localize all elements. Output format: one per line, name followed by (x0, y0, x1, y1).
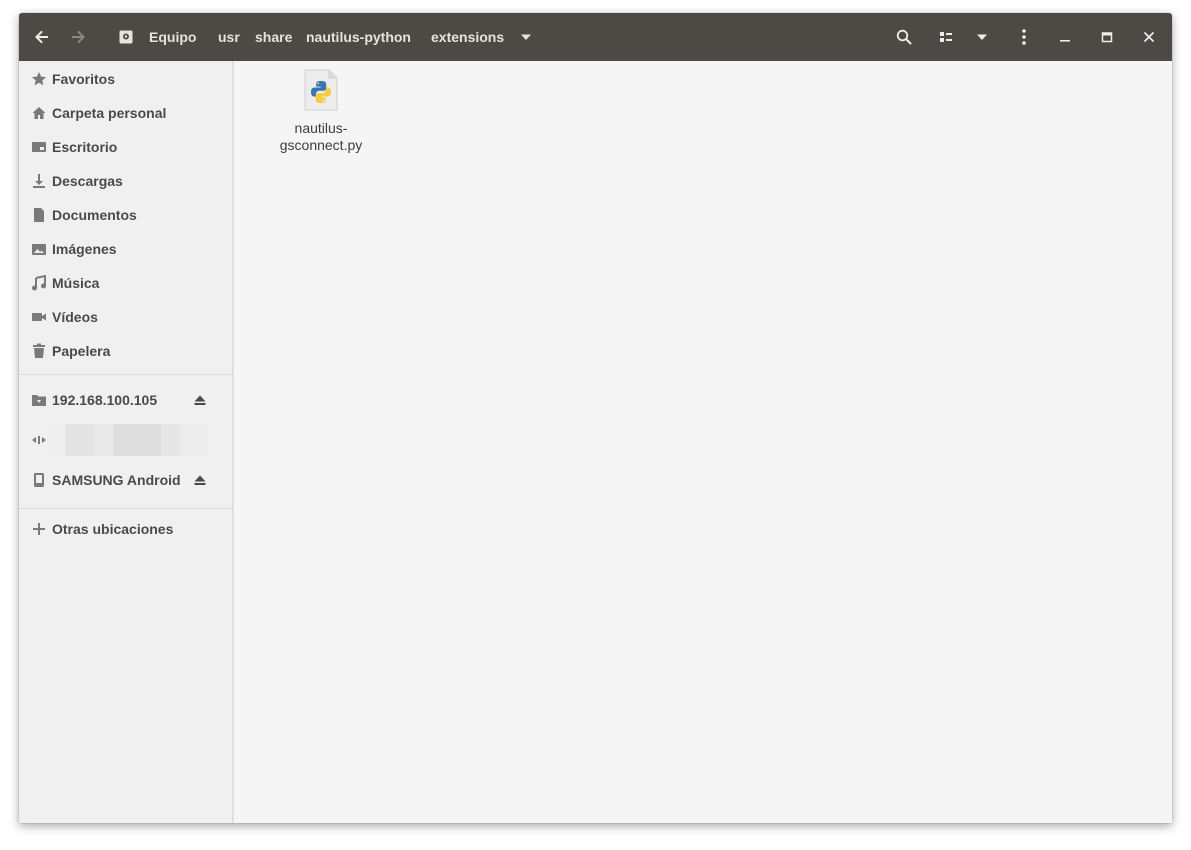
sidebar-item-favoritos[interactable]: Favoritos (19, 62, 233, 96)
sidebar-item-descargas[interactable]: Descargas (19, 164, 233, 198)
sidebar-item-documentos[interactable]: Documentos (19, 198, 233, 232)
home-icon (31, 105, 47, 121)
connection-icon (31, 432, 47, 448)
sidebar-item-label: 192.168.100.105 (52, 392, 158, 408)
document-icon (31, 207, 47, 223)
python-file-icon (303, 69, 339, 116)
sidebar-item-network-share[interactable]: 192.168.100.105 (19, 383, 233, 417)
sidebar-item-papelera[interactable]: Papelera (19, 334, 233, 368)
sidebar-separator (19, 374, 233, 375)
file-name-line: nautilus- (294, 120, 348, 136)
forward-button[interactable] (62, 13, 94, 61)
search-button[interactable] (888, 13, 920, 61)
menu-button[interactable] (1008, 13, 1040, 61)
sidebar: Favoritos Carpeta personal Escritorio De… (19, 61, 233, 823)
download-icon (31, 173, 47, 189)
phone-icon (31, 472, 47, 488)
breadcrumb-label: nautilus-python (306, 29, 411, 45)
drive-icon (119, 30, 133, 44)
breadcrumb-label: extensions (431, 29, 505, 45)
list-view-icon (938, 29, 954, 45)
sidebar-item-escritorio[interactable]: Escritorio (19, 130, 233, 164)
maximize-icon (1101, 31, 1113, 43)
breadcrumb-nautilus-python[interactable]: nautilus-python (306, 13, 411, 61)
plus-icon (31, 521, 47, 537)
minimize-icon (1059, 31, 1071, 43)
kebab-menu-icon (1021, 28, 1027, 46)
maximize-button[interactable] (1091, 13, 1123, 61)
sidebar-item-label: Descargas (52, 173, 123, 189)
desktop-icon (31, 139, 47, 155)
sidebar-item-otras-ubicaciones[interactable]: Otras ubicaciones (19, 512, 233, 546)
trash-icon (31, 343, 47, 359)
back-button[interactable] (26, 13, 58, 61)
sidebar-item-imagenes[interactable]: Imágenes (19, 232, 233, 266)
file-view[interactable]: nautilus- gsconnect.py (233, 61, 1172, 823)
arrow-left-icon (34, 29, 50, 45)
view-options-button[interactable] (966, 13, 998, 61)
star-icon (31, 71, 47, 87)
sidebar-item-label: SAMSUNG Android (52, 472, 181, 488)
network-folder-icon (31, 392, 47, 408)
image-icon (31, 241, 47, 257)
headerbar: Equipo usr share nautilus-python extensi… (19, 13, 1172, 61)
sidebar-item-videos[interactable]: Vídeos (19, 300, 233, 334)
close-button[interactable] (1133, 13, 1165, 61)
sidebar-item-carpeta-personal[interactable]: Carpeta personal (19, 96, 233, 130)
breadcrumb-equipo[interactable]: Equipo (119, 13, 196, 61)
breadcrumb-label: share (255, 29, 293, 45)
sidebar-item-label: Vídeos (52, 309, 98, 325)
search-icon (896, 29, 912, 45)
video-icon (31, 309, 47, 325)
redacted-label (49, 424, 209, 456)
eject-icon[interactable] (193, 393, 207, 407)
breadcrumb-share[interactable]: share (255, 13, 292, 61)
eject-icon[interactable] (193, 473, 207, 487)
sidebar-item-label: Documentos (52, 207, 137, 223)
arrow-right-icon (70, 29, 86, 45)
sidebar-item-samsung-android[interactable]: SAMSUNG Android (19, 463, 233, 497)
file-manager-window: Equipo usr share nautilus-python extensi… (19, 13, 1172, 823)
close-icon (1143, 31, 1155, 43)
breadcrumb-extensions[interactable]: extensions (431, 13, 532, 61)
file-item[interactable]: nautilus- gsconnect.py (276, 69, 366, 154)
file-name: nautilus- gsconnect.py (276, 120, 366, 154)
sidebar-item-hidden-connection[interactable] (19, 423, 233, 457)
chevron-down-icon (976, 33, 988, 41)
view-toggle-button[interactable] (930, 13, 962, 61)
breadcrumb-label: Equipo (149, 29, 197, 45)
sidebar-item-label: Otras ubicaciones (52, 521, 174, 537)
breadcrumb-label: usr (218, 29, 240, 45)
sidebar-item-label: Imágenes (52, 241, 117, 257)
sidebar-item-label: Escritorio (52, 139, 118, 155)
sidebar-item-label: Favoritos (52, 71, 116, 87)
sidebar-item-musica[interactable]: Música (19, 266, 233, 300)
sidebar-item-label: Carpeta personal (52, 105, 167, 121)
music-icon (31, 275, 47, 291)
sidebar-item-label: Música (52, 275, 100, 291)
sidebar-separator (19, 508, 233, 509)
breadcrumb-usr[interactable]: usr (218, 13, 240, 61)
sidebar-item-label: Papelera (52, 343, 111, 359)
minimize-button[interactable] (1049, 13, 1081, 61)
file-name-line: gsconnect.py (279, 137, 363, 153)
chevron-down-icon[interactable] (520, 33, 532, 41)
